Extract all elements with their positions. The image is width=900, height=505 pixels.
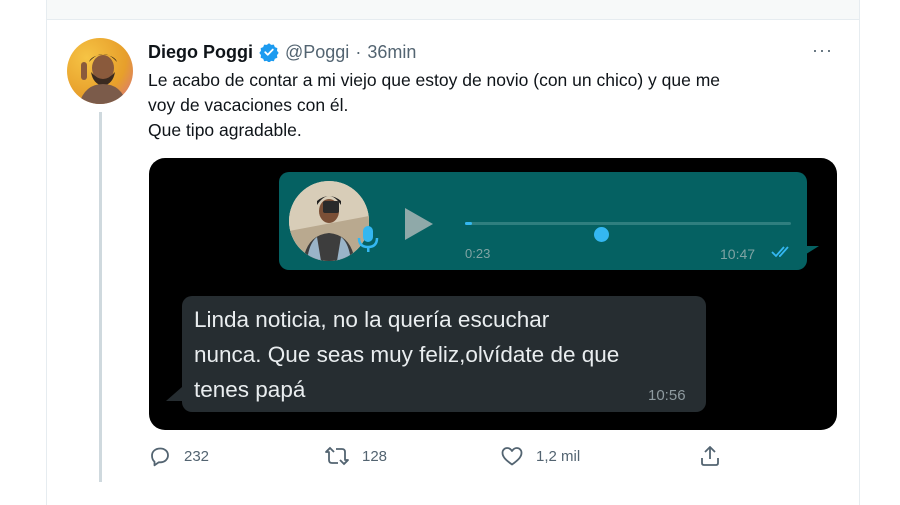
retweet-count: 128 [362,447,388,465]
reply-message-bubble: Linda noticia, no la quería escuchar nun… [182,296,706,412]
author-name[interactable]: Diego Poggi [148,42,253,63]
author-handle[interactable]: @Poggi [285,42,349,63]
tweet-header: Diego Poggi @Poggi · 36min [148,40,416,64]
tweet-text: Le acabo de contar a mi viejo que estoy … [148,68,828,143]
like-button[interactable]: 1,2 mil [500,444,580,468]
reply-text-line: tenes papá [194,377,306,402]
thread-line [99,112,102,482]
more-options-icon[interactable]: ··· [812,40,833,61]
verified-badge-icon [259,42,279,63]
tweet-actions-bar: 232 128 1,2 mil [148,444,738,474]
voice-progress-track[interactable] [465,222,791,225]
reply-text-line: nunca. Que seas muy feliz,olvídate de qu… [194,342,620,367]
voice-progress-knob[interactable] [594,227,609,242]
voice-message-time: 10:47 [720,246,756,262]
voice-progress-fill [465,222,472,225]
reply-count: 232 [184,447,210,465]
reply-button[interactable]: 232 [148,444,209,468]
avatar-portrait [79,54,127,104]
double-check-icon [771,245,793,264]
reply-bubble-tail [166,387,182,401]
previous-tweet-card [46,0,860,20]
voice-duration: 0:23 [465,246,491,261]
share-button[interactable] [698,444,722,468]
tweet-text-line: voy de vacaciones con él. [148,95,349,115]
reply-message-text: Linda noticia, no la quería escuchar nun… [194,302,699,407]
like-icon [501,447,523,466]
tweet-timestamp[interactable]: 36min [367,42,416,63]
voice-note-bubble: 0:23 10:47 [279,172,807,270]
reply-icon [151,447,169,467]
tweet-text-line: Que tipo agradable. [148,120,302,140]
separator-dot: · [355,41,362,62]
tweet-text-line: Le acabo de contar a mi viejo que estoy … [148,70,721,90]
tweet-media-screenshot[interactable]: 0:23 10:47 Linda noticia, no la quería e… [149,158,837,430]
play-icon[interactable] [405,208,433,240]
reply-text-line: Linda noticia, no la quería escuchar [194,307,550,332]
reply-message-time: 10:56 [648,387,686,404]
voice-bubble-tail [803,246,819,256]
share-icon [701,446,719,466]
like-count: 1,2 mil [536,447,581,465]
microphone-icon [357,224,379,259]
retweet-icon [325,446,349,466]
retweet-button[interactable]: 128 [324,444,387,468]
author-avatar[interactable] [67,38,133,104]
